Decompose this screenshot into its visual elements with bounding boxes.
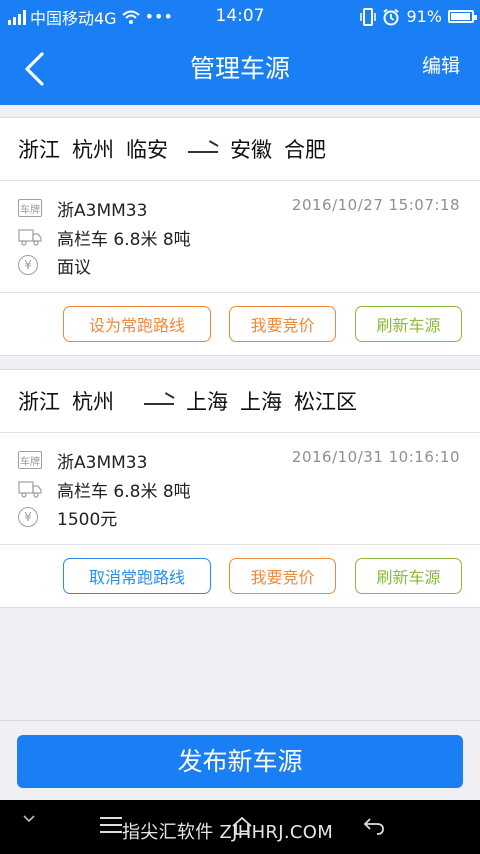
route-arrow-icon: [144, 394, 174, 408]
destination-city: 合肥: [284, 138, 326, 162]
vehicle-card: 浙江 杭州 临安 安徽 合肥 车牌 浙A3MM33 2016/10/27 15:…: [0, 117, 480, 356]
origin-district: 临安: [126, 138, 168, 162]
origin-province: 浙江: [18, 390, 60, 414]
price-row-content: ¥ 1500元: [18, 505, 118, 530]
bid-button[interactable]: 我要竞价: [229, 306, 336, 342]
page-title: 管理车源: [189, 54, 290, 83]
destination-province: 安徽: [230, 138, 272, 162]
route-arrow-icon: [188, 142, 218, 156]
refresh-button[interactable]: 刷新车源: [355, 306, 462, 342]
publish-new-vehicle-button[interactable]: 发布新车源: [17, 735, 463, 788]
set-regular-route-button[interactable]: 设为常跑路线: [63, 306, 211, 342]
yuan-icon: ¥: [18, 255, 38, 275]
chevron-down-icon[interactable]: [22, 814, 36, 824]
alarm-icon: [383, 8, 400, 25]
publish-datetime: 2016/10/31 10:16:10: [291, 448, 460, 466]
publish-datetime: 2016/10/27 15:07:18: [291, 196, 460, 214]
destination-province: 上海: [186, 390, 228, 414]
watermark-text: 指尖汇软件 ZJHHRJ.COM: [122, 822, 334, 843]
vehicle-row: 高栏车 6.8米 8吨: [18, 477, 191, 502]
plate-row: 车牌 浙A3MM33: [18, 448, 148, 473]
vibrate-icon: [360, 7, 377, 26]
battery-percent: 91%: [406, 7, 442, 26]
vehicle-card: 浙江 杭州 上海 上海 松江区 车牌 浙A3MM33 2016/10/31 10…: [0, 369, 480, 608]
plate-row: 车牌 浙A3MM33: [18, 196, 148, 221]
cancel-regular-route-button[interactable]: 取消常跑路线: [63, 558, 211, 594]
card-actions: 设为常跑路线 我要竞价 刷新车源: [0, 293, 480, 355]
destination-city: 上海: [240, 390, 282, 414]
plate-icon: 车牌: [18, 199, 42, 217]
origin-province: 浙江: [18, 138, 60, 162]
status-right: 91%: [360, 0, 477, 33]
vehicle-info: 车牌 浙A3MM33 2016/10/31 10:16:10 高栏车 6.8米 …: [0, 433, 480, 545]
plate-number: 浙A3MM33: [57, 200, 148, 221]
vehicle-row: 高栏车 6.8米 8吨: [18, 225, 191, 250]
vehicle-spec: 高栏车 6.8米 8吨: [57, 229, 191, 250]
plate-number: 浙A3MM33: [57, 452, 148, 473]
price-value: 面议: [57, 257, 91, 278]
price-row-content: ¥ 面议: [18, 253, 91, 278]
price-value: 1500元: [57, 509, 118, 530]
bottom-bar: 发布新车源: [0, 720, 480, 800]
origin-city: 杭州: [72, 138, 114, 162]
refresh-button[interactable]: 刷新车源: [355, 558, 462, 594]
vehicle-spec: 高栏车 6.8米 8吨: [57, 481, 191, 502]
route-line: 浙江 杭州 临安 安徽 合肥: [0, 118, 480, 181]
system-nav-bar: 指尖汇软件 ZJHHRJ.COM: [0, 800, 480, 854]
origin-city: 杭州: [72, 390, 114, 414]
plate-icon: 车牌: [18, 451, 42, 469]
menu-icon[interactable]: [100, 817, 122, 835]
truck-icon: [18, 229, 42, 246]
yuan-icon: ¥: [18, 507, 38, 527]
destination-district: 松江区: [294, 390, 357, 414]
truck-icon: [18, 481, 42, 498]
edit-button[interactable]: 编辑: [422, 51, 460, 78]
nav-bar: 管理车源 编辑: [0, 33, 480, 105]
route-line: 浙江 杭州 上海 上海 松江区: [0, 370, 480, 433]
card-actions: 取消常跑路线 我要竞价 刷新车源: [0, 545, 480, 607]
vehicle-info: 车牌 浙A3MM33 2016/10/27 15:07:18 高栏车 6.8米 …: [0, 181, 480, 293]
battery-icon: [448, 10, 477, 23]
home-icon[interactable]: [230, 816, 254, 836]
bid-button[interactable]: 我要竞价: [229, 558, 336, 594]
status-bar: 中国移动4G ••• 14:07 91%: [0, 0, 480, 33]
system-back-icon[interactable]: [362, 816, 386, 836]
